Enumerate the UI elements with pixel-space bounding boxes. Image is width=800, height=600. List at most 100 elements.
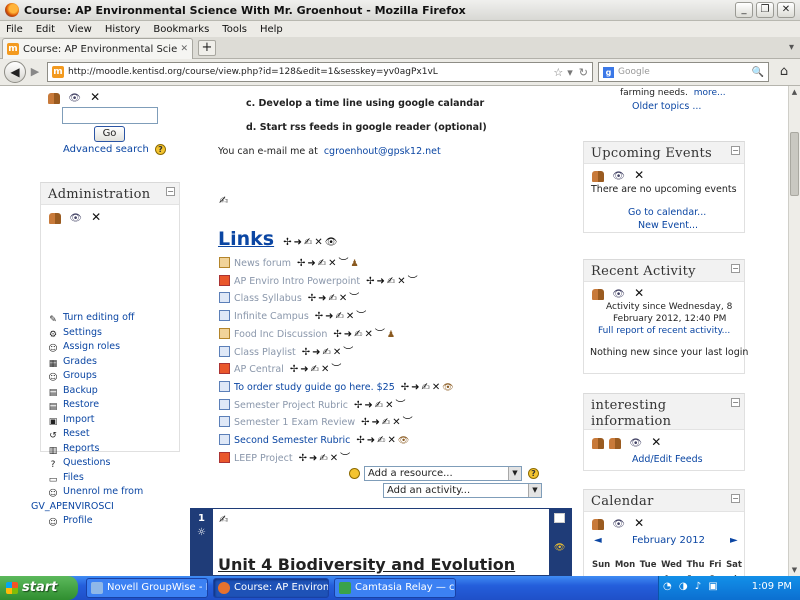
- taskbar-item-firefox[interactable]: Course: AP Environm...: [213, 578, 329, 598]
- resource-edit-icons[interactable]: ✢➜✍✕︶: [366, 276, 420, 287]
- tab-list-icon[interactable]: ▾: [789, 42, 794, 53]
- resource-edit-icons[interactable]: ✢➜✍✕︶: [308, 293, 362, 304]
- highlight-icon[interactable]: ☼: [197, 527, 206, 538]
- resource-link[interactable]: Second Semester Rubric: [234, 435, 350, 446]
- hide-icon[interactable]: 👁: [612, 289, 625, 300]
- hide-icon[interactable]: 👁: [69, 213, 82, 224]
- search-box[interactable]: g Google 🔍: [598, 62, 769, 82]
- url-bar[interactable]: m http://moodle.kentisd.org/course/view.…: [47, 62, 593, 82]
- bookmark-star-icon[interactable]: ☆: [553, 66, 563, 79]
- new-tab-button[interactable]: +: [198, 40, 216, 56]
- resource-link[interactable]: Class Playlist: [234, 347, 296, 358]
- admin-item[interactable]: ▣ Import: [47, 413, 143, 428]
- resource-link[interactable]: AP Enviro Intro Powerpoint: [234, 276, 360, 287]
- admin-item-link[interactable]: Settings: [63, 327, 102, 338]
- links-title[interactable]: Links: [218, 228, 274, 250]
- resource-link[interactable]: Semester Project Rubric: [234, 400, 348, 411]
- search-go-button[interactable]: Go: [94, 126, 125, 142]
- email-link[interactable]: cgroenhout@gpsk12.net: [324, 146, 441, 157]
- go-to-calendar-link[interactable]: Go to calendar...: [628, 207, 706, 218]
- delete-icon[interactable]: ✕: [91, 210, 101, 224]
- delete-icon[interactable]: ✕: [634, 286, 644, 300]
- advanced-search-link[interactable]: Advanced search: [63, 144, 149, 155]
- resource-edit-icons[interactable]: ✢➜✍✕︶: [354, 400, 408, 411]
- resource-extra-icon[interactable]: 👁: [398, 436, 409, 446]
- collapse-icon[interactable]: −: [166, 187, 175, 196]
- home-icon[interactable]: ⌂: [775, 64, 793, 82]
- resource-extra-icon[interactable]: 👁: [442, 383, 453, 393]
- taskbar-item-camtasia[interactable]: Camtasia Relay — cg...: [334, 578, 456, 598]
- admin-item-link[interactable]: GV_APENVIROSCI: [31, 501, 114, 512]
- resource-link[interactable]: To order study guide go here. $25: [234, 382, 395, 393]
- url-text[interactable]: http://moodle.kentisd.org/course/view.ph…: [68, 67, 549, 77]
- hide-icon[interactable]: 👁: [612, 519, 625, 530]
- google-icon[interactable]: g: [603, 66, 614, 78]
- search-input[interactable]: Google: [618, 67, 752, 77]
- admin-item-link[interactable]: Reset: [63, 428, 90, 439]
- delete-icon[interactable]: ✕: [634, 516, 644, 530]
- delete-icon[interactable]: ✕: [90, 90, 100, 104]
- admin-item[interactable]: ☺ Unenrol me from: [47, 485, 143, 500]
- resource-edit-icons[interactable]: ✢➜✍✕︶: [299, 453, 353, 464]
- add-resource-select[interactable]: Add a resource... ▼: [364, 466, 522, 481]
- chevron-down-icon[interactable]: ▼: [508, 467, 521, 480]
- close-button[interactable]: ✕: [777, 2, 795, 18]
- admin-item[interactable]: GV_APENVIROSCI: [31, 500, 143, 515]
- help-icon[interactable]: ?: [154, 144, 166, 155]
- admin-item-link[interactable]: Unenrol me from: [63, 486, 143, 497]
- roles-icon[interactable]: [48, 92, 60, 104]
- roles-icon[interactable]: [592, 288, 604, 300]
- menu-view[interactable]: View: [68, 24, 92, 35]
- help-icon[interactable]: ?: [528, 468, 539, 479]
- tray-icons[interactable]: ◔ ◑ ♪ ▣: [663, 581, 720, 592]
- roles-icon[interactable]: [592, 437, 604, 449]
- admin-item-link[interactable]: Questions: [63, 457, 110, 468]
- resource-link[interactable]: Infinite Campus: [234, 311, 309, 322]
- back-button[interactable]: ◀: [4, 61, 26, 83]
- resource-edit-icons[interactable]: ✢➜✍✕︶: [302, 347, 356, 358]
- search-icon[interactable]: 🔍: [752, 67, 764, 78]
- forum-search-input[interactable]: [62, 107, 158, 124]
- resource-link[interactable]: News forum: [234, 258, 291, 269]
- taskbar-item-groupwise[interactable]: Novell GroupWise - M...: [86, 578, 208, 598]
- admin-item-link[interactable]: Backup: [63, 385, 98, 396]
- menu-history[interactable]: History: [105, 24, 141, 35]
- scrollbar-thumb[interactable]: [790, 132, 799, 196]
- resource-extra-icon[interactable]: ♟: [387, 330, 395, 340]
- section-edit-icon[interactable]: ✍: [219, 513, 228, 526]
- menu-bookmarks[interactable]: Bookmarks: [153, 24, 209, 35]
- configure-icon[interactable]: [609, 437, 622, 449]
- admin-item[interactable]: ? Questions: [47, 456, 143, 471]
- new-event-link[interactable]: New Event...: [638, 220, 698, 231]
- section-hide-icon[interactable]: 👁: [554, 543, 565, 553]
- resource-edit-icons[interactable]: ✢➜✍✕︶: [315, 311, 369, 322]
- menu-file[interactable]: File: [6, 24, 23, 35]
- edit-summary-icon[interactable]: ✍: [219, 194, 228, 207]
- add-activity-select[interactable]: Add an activity... ▼: [383, 483, 542, 498]
- more-link[interactable]: more...: [694, 88, 726, 98]
- admin-item-link[interactable]: Grades: [63, 356, 97, 367]
- hide-icon[interactable]: 👁: [629, 438, 642, 449]
- admin-item[interactable]: ☺ Assign roles: [47, 340, 143, 355]
- collapse-icon[interactable]: −: [731, 264, 740, 273]
- resource-edit-icons[interactable]: ✢➜✍✕︶: [297, 258, 351, 269]
- admin-item-link[interactable]: Assign roles: [63, 341, 120, 352]
- add-edit-feeds-link[interactable]: Add/Edit Feeds: [632, 454, 703, 465]
- admin-item[interactable]: ↺ Reset: [47, 427, 143, 442]
- resource-edit-icons[interactable]: ✢➜✍✕︶: [333, 329, 387, 340]
- hide-icon[interactable]: 👁: [612, 171, 625, 182]
- collapse-icon[interactable]: −: [731, 146, 740, 155]
- admin-item[interactable]: ▥ Reports: [47, 442, 143, 457]
- next-month-icon[interactable]: ►: [730, 535, 738, 546]
- admin-item-link[interactable]: Reports: [63, 443, 99, 454]
- start-button[interactable]: start: [0, 576, 78, 600]
- help-icon[interactable]: [349, 468, 360, 479]
- tab-course[interactable]: m Course: AP Environmental Science With …: [2, 38, 193, 59]
- scroll-up-icon[interactable]: ▲: [789, 86, 800, 98]
- resource-link[interactable]: Semester 1 Exam Review: [234, 417, 355, 428]
- menu-edit[interactable]: Edit: [36, 24, 55, 35]
- admin-item[interactable]: ⚙ Settings: [47, 326, 143, 341]
- page-scrollbar[interactable]: ▲ ▼: [788, 86, 800, 576]
- resource-edit-icons[interactable]: ✢➜✍✕: [356, 435, 398, 446]
- resource-link[interactable]: AP Central: [234, 364, 284, 375]
